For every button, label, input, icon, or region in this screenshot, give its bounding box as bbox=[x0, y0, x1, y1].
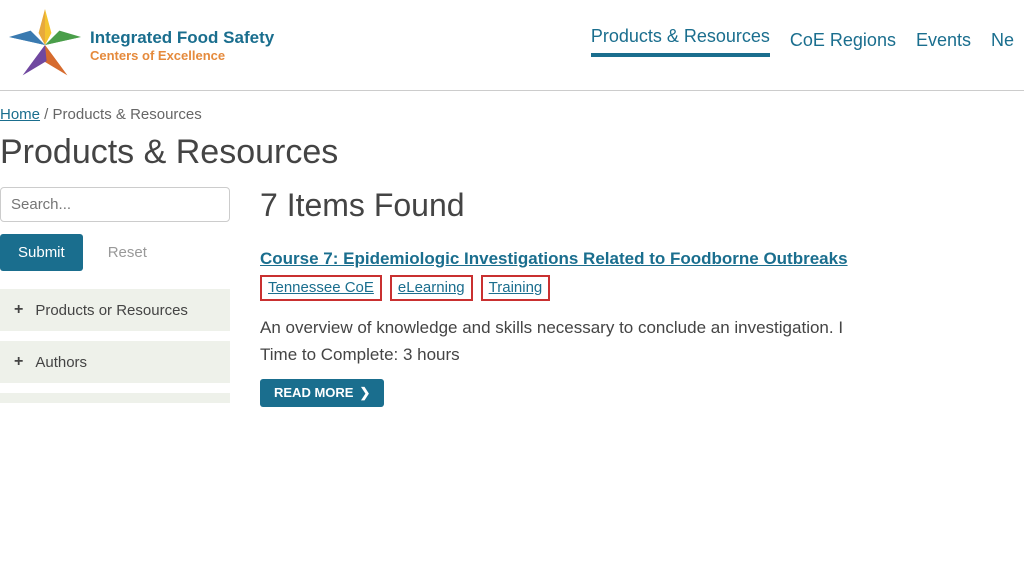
chevron-right-icon: ❯ bbox=[359, 385, 370, 401]
header: Integrated Food Safety Centers of Excell… bbox=[0, 0, 1024, 91]
result-item: Course 7: Epidemiologic Investigations R… bbox=[260, 249, 1024, 407]
filter-label: Authors bbox=[35, 354, 87, 371]
main-nav: Products & Resources CoE Regions Events … bbox=[591, 26, 1024, 65]
search-input[interactable] bbox=[0, 187, 230, 222]
breadcrumb-separator: / bbox=[40, 106, 53, 123]
nav-products-resources[interactable]: Products & Resources bbox=[591, 26, 770, 57]
tag-link[interactable]: Tennessee CoE bbox=[268, 279, 374, 296]
read-more-button[interactable]: READ MORE ❯ bbox=[260, 379, 384, 407]
plus-icon: + bbox=[14, 353, 23, 371]
breadcrumb-current: Products & Resources bbox=[53, 106, 202, 123]
plus-icon: + bbox=[14, 301, 23, 319]
sidebar: Submit Reset + Products or Resources + A… bbox=[0, 187, 230, 407]
nav-events[interactable]: Events bbox=[916, 30, 971, 57]
star-logo-icon bbox=[5, 5, 85, 85]
filter-label: Products or Resources bbox=[35, 302, 188, 319]
logo-subtitle: Centers of Excellence bbox=[90, 48, 274, 63]
logo-area[interactable]: Integrated Food Safety Centers of Excell… bbox=[0, 5, 274, 85]
tag-link[interactable]: Training bbox=[489, 279, 543, 296]
reset-button[interactable]: Reset bbox=[108, 244, 147, 261]
logo-title: Integrated Food Safety bbox=[90, 28, 274, 48]
nav-coe-regions[interactable]: CoE Regions bbox=[790, 30, 896, 57]
page-title: Products & Resources bbox=[0, 133, 1024, 172]
breadcrumb-home[interactable]: Home bbox=[0, 106, 40, 123]
submit-button[interactable]: Submit bbox=[0, 234, 83, 271]
result-title-link[interactable]: Course 7: Epidemiologic Investigations R… bbox=[260, 249, 848, 268]
tag-link[interactable]: eLearning bbox=[398, 279, 465, 296]
content: Submit Reset + Products or Resources + A… bbox=[0, 187, 1024, 407]
result-tags: Tennessee CoE eLearning Training bbox=[260, 275, 1024, 301]
result-description: An overview of knowledge and skills nece… bbox=[260, 315, 1024, 341]
results-heading: 7 Items Found bbox=[260, 187, 1024, 224]
breadcrumb: Home / Products & Resources bbox=[0, 91, 1024, 133]
nav-news[interactable]: Ne bbox=[991, 30, 1014, 57]
tag-elearning: eLearning bbox=[390, 275, 473, 301]
main-content: 7 Items Found Course 7: Epidemiologic In… bbox=[260, 187, 1024, 407]
result-time: Time to Complete: 3 hours bbox=[260, 345, 1024, 365]
filter-authors[interactable]: + Authors bbox=[0, 341, 230, 383]
read-more-label: READ MORE bbox=[274, 385, 353, 400]
filter-products-resources[interactable]: + Products or Resources bbox=[0, 289, 230, 331]
tag-training: Training bbox=[481, 275, 551, 301]
tag-tennessee-coe: Tennessee CoE bbox=[260, 275, 382, 301]
filter-placeholder bbox=[0, 393, 230, 403]
